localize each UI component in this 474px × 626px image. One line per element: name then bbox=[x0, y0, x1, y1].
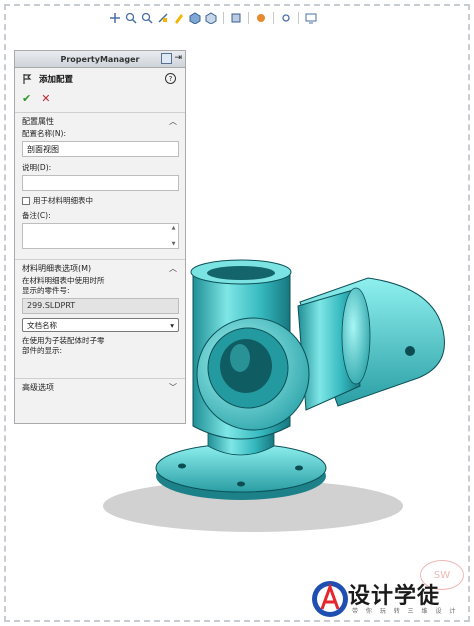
feature-title-row: 添加配置 ? bbox=[15, 68, 185, 90]
ok-button[interactable]: ✔ bbox=[22, 92, 31, 105]
graphics-area[interactable]: PropertyManager ⇥ 添加配置 ? ✔ ✕ 配置属性 ︿ 配置名称… bbox=[8, 6, 466, 618]
advanced-options-group: 高级选项 ﹀ bbox=[15, 378, 185, 395]
part-number-field: 299.SLDPRT bbox=[22, 298, 179, 314]
child-display-label-line1: 在使用为子装配体时子零 bbox=[22, 336, 105, 345]
bom-options-header[interactable]: 材料明细表选项(M) ︿ bbox=[15, 260, 185, 276]
part-number-label-line2: 显示的零件号: bbox=[22, 286, 70, 295]
advanced-options-header[interactable]: 高级选项 ﹀ bbox=[15, 379, 185, 395]
select-value: 文档名称 bbox=[27, 320, 57, 330]
feature-title: 添加配置 bbox=[39, 75, 74, 85]
description-input[interactable] bbox=[22, 175, 179, 191]
bom-checkbox-label: 用于材料明细表中 bbox=[33, 196, 93, 205]
comment-label: 备注(C): bbox=[22, 211, 51, 220]
config-name-input[interactable]: 剖面视图 bbox=[22, 141, 179, 157]
property-manager: PropertyManager ⇥ 添加配置 ? ✔ ✕ 配置属性 ︿ 配置名称… bbox=[14, 50, 186, 424]
chevron-down-icon: ▾ bbox=[170, 320, 174, 330]
brand-slogan: 带 你 玩 转 三 维 设 计 bbox=[352, 608, 459, 615]
collapse-caret-icon[interactable]: ︿ bbox=[169, 263, 177, 274]
description-label: 说明(D): bbox=[22, 163, 52, 172]
bom-options-group: 材料明细表选项(M) ︿ 在材料明细表中使用时所 显示的零件号: 299.SLD… bbox=[15, 259, 185, 356]
group-title: 材料明细表选项(M) bbox=[22, 263, 92, 273]
child-display-label-line2: 部件的显示: bbox=[22, 346, 63, 355]
add-configuration-icon bbox=[23, 74, 32, 84]
bom-checkbox[interactable] bbox=[22, 196, 30, 205]
property-manager-title: PropertyManager bbox=[60, 54, 140, 64]
ok-cancel-row: ✔ ✕ bbox=[15, 90, 185, 106]
group-title: 配置属性 bbox=[22, 116, 54, 126]
property-manager-tab[interactable]: PropertyManager ⇥ bbox=[15, 51, 185, 68]
bom-checkbox-row[interactable]: 用于材料明细表中 bbox=[15, 195, 185, 206]
part-number-label-line1: 在材料明细表中使用时所 bbox=[22, 276, 105, 285]
panel-dock-icon[interactable]: ⇥ bbox=[174, 53, 182, 64]
config-properties-group: 配置属性 ︿ 配置名称(N): 剖面视图 说明(D): 用于材料明细表中 备注(… bbox=[15, 112, 185, 249]
group-title: 高级选项 bbox=[22, 382, 54, 392]
expand-caret-icon[interactable]: ﹀ bbox=[169, 382, 177, 393]
collapse-caret-icon[interactable]: ︿ bbox=[169, 116, 177, 127]
panel-pin-icon[interactable] bbox=[161, 53, 173, 64]
config-properties-header[interactable]: 配置属性 ︿ bbox=[15, 113, 185, 129]
comment-input[interactable]: ▲ ▼ bbox=[22, 223, 179, 249]
cancel-button[interactable]: ✕ bbox=[41, 92, 50, 105]
help-icon[interactable]: ? bbox=[165, 73, 176, 84]
part-number-source-select[interactable]: 文档名称 ▾ bbox=[22, 318, 179, 332]
config-name-label: 配置名称(N): bbox=[22, 129, 66, 138]
comment-scrollbar[interactable]: ▲ ▼ bbox=[170, 225, 177, 247]
